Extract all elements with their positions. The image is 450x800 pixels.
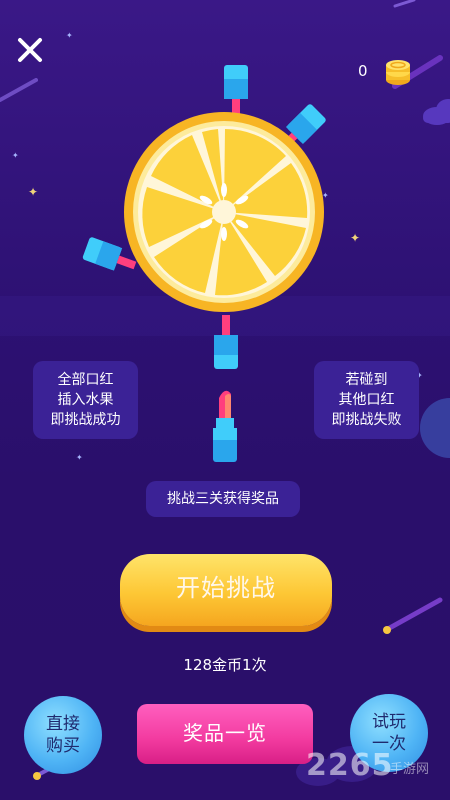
direct-buy-button[interactable]: 直接 购买 xyxy=(24,696,102,774)
start-challenge-button[interactable]: 开始挑战 xyxy=(120,554,332,626)
star-icon: ✦ xyxy=(76,453,83,462)
watermark-text: 2265 xyxy=(306,748,394,783)
failure-rule-panel: 若碰到 其他口红 即挑战失败 xyxy=(314,361,419,439)
star-icon: ✦ xyxy=(66,31,73,40)
rule-line: 插入水果 xyxy=(57,392,114,408)
button-line: 直接 xyxy=(46,714,80,734)
rule-line: 若碰到 xyxy=(345,372,388,388)
lipstick-top xyxy=(224,65,248,119)
star-icon: ✦ xyxy=(28,185,39,199)
rule-line: 全部口红 xyxy=(57,372,114,388)
success-rule-panel: 全部口红 插入水果 即挑战成功 xyxy=(33,361,138,439)
challenge-note: 挑战三关获得奖品 xyxy=(146,481,300,517)
button-line: 购买 xyxy=(46,736,80,756)
button-line: 试玩 xyxy=(372,712,406,732)
game-screen: ✦ ✦ ✦ ✦ ✦ ✦ ✦ 0 全部口红 插入水果 即挑战成功 若碰到 其他口红… xyxy=(0,0,450,800)
lemon-slice xyxy=(124,112,324,312)
rule-line: 即挑战成功 xyxy=(50,412,121,428)
cost-text: 128金币1次 xyxy=(183,656,267,674)
prize-list-button[interactable]: 奖品一览 xyxy=(137,704,313,764)
star-icon: ✦ xyxy=(12,151,19,160)
site-watermark: 2265 手游网 xyxy=(300,744,446,792)
close-icon[interactable] xyxy=(14,34,46,66)
watermark-subtext: 手游网 xyxy=(390,762,430,777)
rule-line: 即挑战失败 xyxy=(331,412,402,428)
rule-line: 其他口红 xyxy=(338,392,395,408)
coin-stack-icon xyxy=(386,60,410,85)
lipstick-ready-to-throw xyxy=(213,390,237,462)
lipstick-bottom xyxy=(214,315,238,369)
